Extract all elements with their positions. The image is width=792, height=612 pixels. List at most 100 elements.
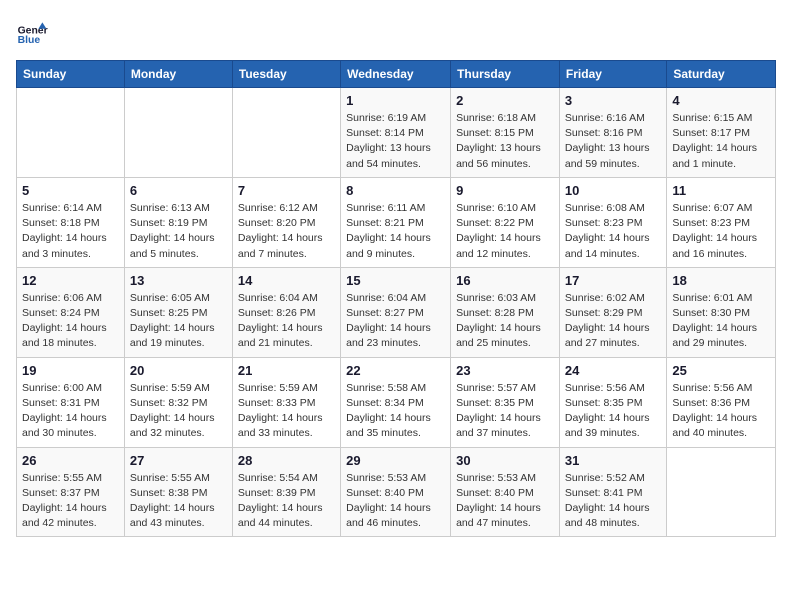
day-info: Sunrise: 6:06 AMSunset: 8:24 PMDaylight:… <box>22 291 119 352</box>
day-info: Sunrise: 6:18 AMSunset: 8:15 PMDaylight:… <box>456 111 554 172</box>
day-info: Sunrise: 6:01 AMSunset: 8:30 PMDaylight:… <box>672 291 770 352</box>
weekday-header-friday: Friday <box>559 61 666 88</box>
day-info: Sunrise: 6:04 AMSunset: 8:26 PMDaylight:… <box>238 291 335 352</box>
day-info: Sunrise: 5:56 AMSunset: 8:36 PMDaylight:… <box>672 381 770 442</box>
day-info: Sunrise: 6:05 AMSunset: 8:25 PMDaylight:… <box>130 291 227 352</box>
day-number: 10 <box>565 183 661 198</box>
day-number: 7 <box>238 183 335 198</box>
calendar-cell: 24 Sunrise: 5:56 AMSunset: 8:35 PMDayligh… <box>559 357 666 447</box>
calendar-cell: 25Sunrise: 5:56 AMSunset: 8:36 PMDayligh… <box>667 357 776 447</box>
day-number: 13 <box>130 273 227 288</box>
day-info: Sunrise: 6:00 AMSunset: 8:31 PMDaylight:… <box>22 381 119 442</box>
day-number: 27 <box>130 453 227 468</box>
day-info: Sunrise: 6:04 AMSunset: 8:27 PMDaylight:… <box>346 291 445 352</box>
day-number: 29 <box>346 453 445 468</box>
day-info: Sunrise: 5:54 AMSunset: 8:39 PMDaylight:… <box>238 471 335 532</box>
day-info: Sunrise: 6:13 AMSunset: 8:19 PMDaylight:… <box>130 201 227 262</box>
calendar-cell: 21 Sunrise: 5:59 AMSunset: 8:33 PMDayligh… <box>232 357 340 447</box>
day-number: 31 <box>565 453 661 468</box>
calendar-cell <box>232 88 340 178</box>
day-info: Sunrise: 5:52 AMSunset: 8:41 PMDaylight:… <box>565 471 661 532</box>
day-number: 8 <box>346 183 445 198</box>
calendar-cell: 12 Sunrise: 6:06 AMSunset: 8:24 PMDayligh… <box>17 267 125 357</box>
calendar-body: 1 Sunrise: 6:19 AMSunset: 8:14 PMDaylight… <box>17 88 776 537</box>
day-number: 6 <box>130 183 227 198</box>
calendar-cell <box>17 88 125 178</box>
day-number: 16 <box>456 273 554 288</box>
day-number: 1 <box>346 93 445 108</box>
calendar-cell: 30 Sunrise: 5:53 AMSunset: 8:40 PMDayligh… <box>451 447 560 537</box>
day-number: 12 <box>22 273 119 288</box>
calendar-week-2: 5Sunrise: 6:14 AMSunset: 8:18 PMDaylight… <box>17 177 776 267</box>
calendar-cell: 23Sunrise: 5:57 AMSunset: 8:35 PMDayligh… <box>451 357 560 447</box>
calendar-week-3: 12 Sunrise: 6:06 AMSunset: 8:24 PMDayligh… <box>17 267 776 357</box>
calendar-week-4: 19 Sunrise: 6:00 AMSunset: 8:31 PMDayligh… <box>17 357 776 447</box>
calendar-cell: 17Sunrise: 6:02 AMSunset: 8:29 PMDayligh… <box>559 267 666 357</box>
calendar-table: SundayMondayTuesdayWednesdayThursdayFrid… <box>16 60 776 537</box>
page-header: General Blue <box>16 16 776 48</box>
calendar-cell: 11 Sunrise: 6:07 AMSunset: 8:23 PMDayligh… <box>667 177 776 267</box>
day-info: Sunrise: 6:12 AMSunset: 8:20 PMDaylight:… <box>238 201 335 262</box>
day-number: 4 <box>672 93 770 108</box>
calendar-cell: 5Sunrise: 6:14 AMSunset: 8:18 PMDaylight… <box>17 177 125 267</box>
logo: General Blue <box>16 16 48 48</box>
weekday-header-monday: Monday <box>124 61 232 88</box>
day-info: Sunrise: 5:55 AMSunset: 8:38 PMDaylight:… <box>130 471 227 532</box>
day-number: 28 <box>238 453 335 468</box>
day-number: 21 <box>238 363 335 378</box>
day-info: Sunrise: 5:55 AMSunset: 8:37 PMDaylight:… <box>22 471 119 532</box>
day-info: Sunrise: 6:10 AMSunset: 8:22 PMDaylight:… <box>456 201 554 262</box>
calendar-cell: 31 Sunrise: 5:52 AMSunset: 8:41 PMDayligh… <box>559 447 666 537</box>
calendar-cell <box>667 447 776 537</box>
calendar-cell: 4Sunrise: 6:15 AMSunset: 8:17 PMDaylight… <box>667 88 776 178</box>
weekday-header-sunday: Sunday <box>17 61 125 88</box>
logo-icon: General Blue <box>16 16 48 48</box>
calendar-cell: 19 Sunrise: 6:00 AMSunset: 8:31 PMDayligh… <box>17 357 125 447</box>
calendar-cell: 22 Sunrise: 5:58 AMSunset: 8:34 PMDayligh… <box>341 357 451 447</box>
day-number: 11 <box>672 183 770 198</box>
weekday-header-wednesday: Wednesday <box>341 61 451 88</box>
calendar-week-1: 1 Sunrise: 6:19 AMSunset: 8:14 PMDaylight… <box>17 88 776 178</box>
day-number: 24 <box>565 363 661 378</box>
weekday-header-thursday: Thursday <box>451 61 560 88</box>
calendar-cell: 9 Sunrise: 6:10 AMSunset: 8:22 PMDaylight… <box>451 177 560 267</box>
weekday-header-row: SundayMondayTuesdayWednesdayThursdayFrid… <box>17 61 776 88</box>
calendar-cell: 29 Sunrise: 5:53 AMSunset: 8:40 PMDayligh… <box>341 447 451 537</box>
calendar-cell: 2 Sunrise: 6:18 AMSunset: 8:15 PMDaylight… <box>451 88 560 178</box>
calendar-header: SundayMondayTuesdayWednesdayThursdayFrid… <box>17 61 776 88</box>
day-number: 20 <box>130 363 227 378</box>
calendar-cell: 16Sunrise: 6:03 AMSunset: 8:28 PMDayligh… <box>451 267 560 357</box>
day-number: 23 <box>456 363 554 378</box>
day-number: 19 <box>22 363 119 378</box>
day-number: 14 <box>238 273 335 288</box>
day-number: 9 <box>456 183 554 198</box>
calendar-cell: 3Sunrise: 6:16 AMSunset: 8:16 PMDaylight… <box>559 88 666 178</box>
calendar-cell: 20Sunrise: 5:59 AMSunset: 8:32 PMDayligh… <box>124 357 232 447</box>
calendar-cell: 8Sunrise: 6:11 AMSunset: 8:21 PMDaylight… <box>341 177 451 267</box>
svg-text:Blue: Blue <box>18 35 41 46</box>
calendar-cell: 13 Sunrise: 6:05 AMSunset: 8:25 PMDayligh… <box>124 267 232 357</box>
day-number: 2 <box>456 93 554 108</box>
day-info: Sunrise: 5:56 AMSunset: 8:35 PMDaylight:… <box>565 381 661 442</box>
day-info: Sunrise: 6:02 AMSunset: 8:29 PMDaylight:… <box>565 291 661 352</box>
day-info: Sunrise: 5:53 AMSunset: 8:40 PMDaylight:… <box>346 471 445 532</box>
day-info: Sunrise: 5:59 AMSunset: 8:33 PMDaylight:… <box>238 381 335 442</box>
day-number: 15 <box>346 273 445 288</box>
day-info: Sunrise: 6:19 AMSunset: 8:14 PMDaylight:… <box>346 111 445 172</box>
calendar-week-5: 26Sunrise: 5:55 AMSunset: 8:37 PMDayligh… <box>17 447 776 537</box>
day-number: 30 <box>456 453 554 468</box>
calendar-cell: 15 Sunrise: 6:04 AMSunset: 8:27 PMDayligh… <box>341 267 451 357</box>
calendar-cell: 26Sunrise: 5:55 AMSunset: 8:37 PMDayligh… <box>17 447 125 537</box>
day-info: Sunrise: 5:58 AMSunset: 8:34 PMDaylight:… <box>346 381 445 442</box>
day-number: 18 <box>672 273 770 288</box>
calendar-cell: 1 Sunrise: 6:19 AMSunset: 8:14 PMDaylight… <box>341 88 451 178</box>
calendar-cell: 7 Sunrise: 6:12 AMSunset: 8:20 PMDaylight… <box>232 177 340 267</box>
weekday-header-saturday: Saturday <box>667 61 776 88</box>
day-info: Sunrise: 6:07 AMSunset: 8:23 PMDaylight:… <box>672 201 770 262</box>
calendar-cell: 14 Sunrise: 6:04 AMSunset: 8:26 PMDayligh… <box>232 267 340 357</box>
day-number: 22 <box>346 363 445 378</box>
day-info: Sunrise: 5:53 AMSunset: 8:40 PMDaylight:… <box>456 471 554 532</box>
calendar-cell: 6 Sunrise: 6:13 AMSunset: 8:19 PMDaylight… <box>124 177 232 267</box>
calendar-cell: 18 Sunrise: 6:01 AMSunset: 8:30 PMDayligh… <box>667 267 776 357</box>
calendar-cell: 10Sunrise: 6:08 AMSunset: 8:23 PMDayligh… <box>559 177 666 267</box>
